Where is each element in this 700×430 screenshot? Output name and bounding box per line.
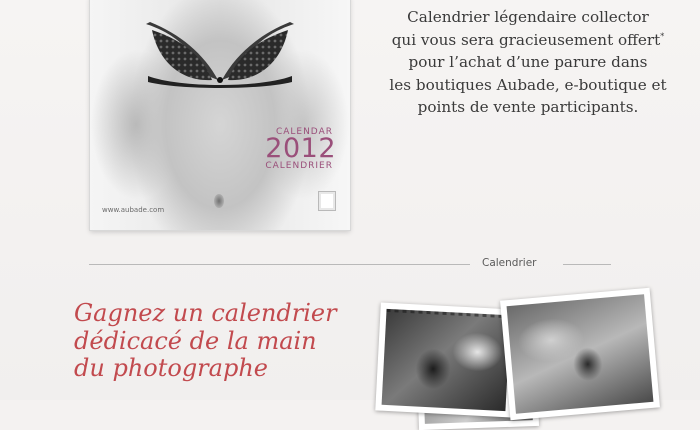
navel-detail (214, 194, 224, 208)
calendar-label-french: CALENDRIER (265, 161, 333, 171)
promo-line: points de vente participants. (417, 98, 639, 116)
brand-logo-icon (318, 191, 336, 211)
section-divider-right (563, 264, 611, 265)
promo-line: pour l’achat d’une parure dans (408, 53, 648, 71)
contest-headline-line: du photographe (74, 354, 268, 382)
promo-line-text: qui vous sera gracieusement offert (391, 30, 661, 49)
section-divider-left (89, 264, 470, 265)
promo-line: les boutiques Aubade, e-boutique et (389, 75, 667, 94)
lingerie-illustration (146, 22, 294, 88)
section-label: Calendrier (482, 257, 537, 269)
calendar-year: 2012 (265, 133, 336, 164)
behind-the-scenes-photo[interactable] (375, 302, 517, 418)
page: CALENDAR 2012 CALENDRIER www.aubade.com … (0, 0, 700, 430)
contest-headline-line: Gagnez un calendrier (74, 299, 337, 327)
calendar-cover-image[interactable]: CALENDAR 2012 CALENDRIER www.aubade.com (90, 0, 350, 230)
promo-line: qui vous sera gracieusement offert* (372, 29, 684, 52)
behind-the-scenes-photo[interactable] (500, 287, 660, 421)
promo-description: Calendrier légendaire collector qui vous… (372, 6, 684, 119)
contest-headline[interactable]: Gagnez un calendrier dédicacé de la main… (74, 299, 374, 383)
contest-headline-line: dédicacé de la main (74, 326, 317, 355)
photo-image (381, 308, 511, 412)
calendar-website: www.aubade.com (102, 206, 165, 214)
photo-image (506, 294, 654, 414)
film-strip-edge (386, 308, 511, 319)
promo-line: Calendrier légendaire collector (407, 8, 649, 26)
footnote-marker: * (660, 31, 665, 41)
